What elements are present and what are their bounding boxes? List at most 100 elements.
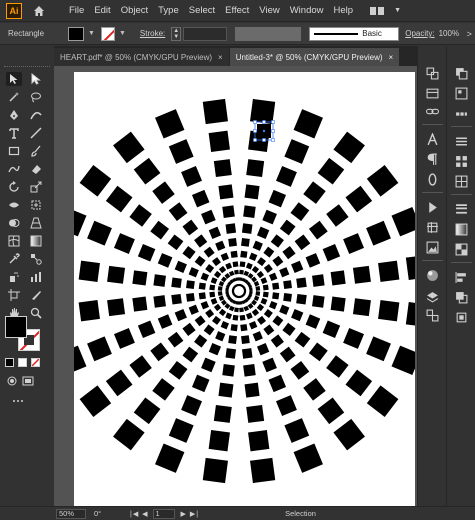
square-shape[interactable] (260, 277, 268, 285)
artboards-icon[interactable] (425, 308, 439, 322)
square-shape[interactable] (107, 265, 126, 284)
square-shape[interactable] (191, 374, 210, 393)
default-fill-stroke-icon[interactable] (5, 358, 14, 367)
gradient-icon[interactable] (28, 234, 44, 248)
square-shape[interactable] (194, 234, 208, 248)
square-shape[interactable] (181, 395, 203, 417)
variable-width-profile[interactable] (235, 26, 302, 41)
square-shape[interactable] (326, 355, 349, 378)
square-shape[interactable] (174, 260, 187, 274)
tab-untitled-3[interactable]: Untitled-3* @ 50% (CMYK/GPU Preview) × (229, 48, 400, 66)
screen-mode-icon[interactable] (20, 374, 36, 388)
image-trace-icon[interactable] (425, 240, 439, 254)
square-shape[interactable] (343, 327, 365, 349)
square-shape[interactable] (113, 233, 135, 255)
character-icon[interactable] (425, 132, 439, 146)
square-shape[interactable] (279, 346, 296, 363)
stroke-label[interactable]: Stroke: (140, 29, 165, 38)
square-shape[interactable] (74, 345, 87, 375)
square-shape[interactable] (132, 270, 148, 286)
edit-toolbar-icon[interactable] (10, 394, 26, 408)
square-shape[interactable] (405, 302, 415, 328)
square-shape[interactable] (228, 238, 237, 247)
brush-definition-dropdown[interactable]: Basic (309, 26, 400, 41)
square-shape[interactable] (352, 265, 371, 284)
square-shape[interactable] (201, 357, 216, 373)
square-shape[interactable] (257, 257, 267, 267)
square-shape[interactable] (225, 223, 237, 234)
square-shape[interactable] (205, 263, 215, 273)
square-shape[interactable] (155, 443, 185, 473)
square-shape[interactable] (182, 322, 196, 336)
square-shape[interactable] (234, 269, 239, 275)
square-shape[interactable] (251, 308, 260, 317)
artboard[interactable] (74, 72, 415, 506)
square-shape[interactable] (194, 315, 206, 327)
square-shape[interactable] (235, 277, 240, 281)
square-shape[interactable] (129, 204, 152, 227)
workspace-switcher-icon[interactable] (370, 5, 392, 17)
square-shape[interactable] (157, 314, 173, 329)
symbols-icon[interactable] (454, 154, 468, 168)
square-shape[interactable] (105, 185, 133, 213)
square-shape[interactable] (239, 269, 244, 275)
stroke-weight-input[interactable] (183, 26, 228, 41)
menu-file[interactable]: File (64, 5, 89, 16)
square-shape[interactable] (198, 282, 206, 290)
square-shape[interactable] (205, 309, 215, 319)
rectangle-icon[interactable] (6, 144, 22, 158)
square-shape[interactable] (322, 320, 341, 339)
square-shape[interactable] (366, 385, 399, 417)
menu-select[interactable]: Select (184, 5, 220, 16)
square-shape[interactable] (241, 223, 253, 234)
square-shape[interactable] (253, 295, 260, 302)
square-shape[interactable] (252, 331, 263, 342)
paintbrush-icon[interactable] (28, 144, 44, 158)
square-shape[interactable] (150, 342, 170, 362)
artboard-navigation-next[interactable]: ▶ ▶| (181, 510, 200, 518)
tab-heart-pdf[interactable]: HEART.pdf* @ 50% (CMYK/GPU Preview) × (54, 48, 229, 66)
square-shape[interactable] (215, 331, 226, 342)
close-icon[interactable]: × (389, 53, 394, 62)
square-shape[interactable] (188, 267, 199, 278)
square-shape[interactable] (234, 307, 239, 313)
square-shape[interactable] (283, 293, 292, 302)
square-shape[interactable] (252, 240, 263, 251)
square-shape[interactable] (262, 291, 269, 298)
stroke-weight-stepper[interactable]: ▲ ▼ (171, 26, 182, 41)
square-shape[interactable] (218, 308, 227, 317)
square-shape[interactable] (168, 360, 188, 380)
square-shape[interactable] (211, 257, 221, 267)
square-shape[interactable] (132, 296, 148, 312)
square-shape[interactable] (268, 374, 287, 393)
fill-dropdown-icon[interactable]: ▼ (88, 30, 95, 37)
square-shape[interactable] (250, 457, 276, 484)
square-shape[interactable] (262, 209, 277, 225)
square-shape[interactable] (343, 233, 365, 255)
square-shape[interactable] (225, 262, 233, 270)
graphic-styles-icon[interactable] (454, 174, 468, 188)
menu-view[interactable]: View (254, 5, 284, 16)
square-shape[interactable] (213, 159, 232, 178)
square-shape[interactable] (366, 336, 391, 362)
square-shape[interactable] (248, 252, 258, 262)
square-shape[interactable] (238, 301, 243, 305)
square-shape[interactable] (74, 207, 87, 237)
square-shape[interactable] (240, 324, 248, 332)
square-shape[interactable] (137, 320, 156, 339)
square-shape[interactable] (246, 404, 265, 423)
stroke-panel-icon[interactable] (454, 202, 468, 216)
square-shape[interactable] (345, 369, 373, 397)
square-shape[interactable] (268, 300, 278, 310)
home-icon[interactable] (32, 4, 46, 18)
square-shape[interactable] (239, 307, 244, 313)
square-shape[interactable] (243, 305, 250, 312)
square-shape[interactable] (312, 295, 325, 308)
square-shape[interactable] (248, 320, 258, 330)
square-shape[interactable] (245, 262, 253, 270)
blend-icon[interactable] (28, 252, 44, 266)
square-shape[interactable] (171, 277, 182, 289)
pathfinder-icon[interactable] (454, 290, 468, 304)
square-shape[interactable] (248, 430, 270, 452)
square-shape[interactable] (263, 246, 275, 258)
